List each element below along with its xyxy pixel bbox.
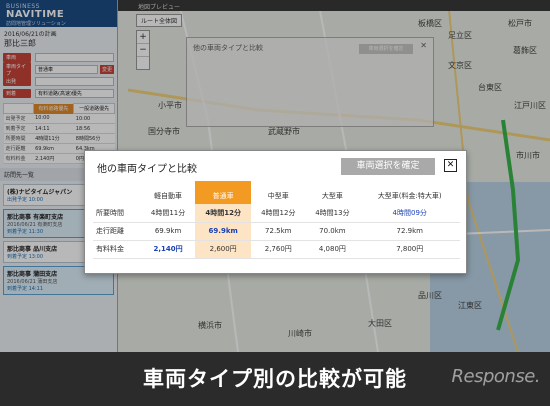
table-cell: 4時間11分 (141, 204, 196, 223)
watermark-logo: Response. (451, 366, 541, 387)
row-label: 有料料金 (93, 240, 141, 259)
confirm-vehicle-button[interactable]: 車両選択を確定 (341, 158, 435, 175)
table-row: 走行距離 69.9km 69.9km 72.5km 70.0km 72.9km (93, 222, 460, 241)
table-header (93, 181, 141, 204)
vehicle-compare-table: 軽自動車 普通車 中型車 大型車 大型車(料金:特大車) 所要時間 4時間11分… (93, 181, 460, 259)
column-standard-selected[interactable]: 普通車 (195, 181, 252, 204)
table-cell: 4,080円 (305, 240, 360, 259)
vehicle-compare-dialog: 他の車両タイプと比較 車両選択を確定 ✕ 軽自動車 普通車 中型車 大型車 大型… (84, 150, 467, 274)
table-cell: 69.9km (195, 222, 252, 241)
table-cell: 7,800円 (359, 240, 460, 259)
table-cell: 2,600円 (195, 240, 252, 259)
screenshot: BUSINESS NAVITIME 訪問地管理ソリューション 2016/06/2… (0, 0, 550, 406)
table-cell: 72.9km (359, 222, 460, 241)
close-icon[interactable]: ✕ (444, 159, 457, 172)
dialog-title: 他の車両タイプと比較 (97, 164, 197, 175)
column-large-special[interactable]: 大型車(料金:特大車) (359, 181, 460, 204)
table-cell: 4時間12分 (195, 204, 252, 223)
table-row: 有料料金 2,140円 2,600円 2,760円 4,080円 7,800円 (93, 240, 460, 259)
table-cell: 4時間12分 (251, 204, 306, 223)
column-midsize[interactable]: 中型車 (251, 181, 305, 204)
table-header-row: 軽自動車 普通車 中型車 大型車 大型車(料金:特大車) (93, 181, 460, 204)
table-row: 所要時間 4時間11分 4時間12分 4時間12分 4時間13分 4時間09分 (93, 204, 460, 223)
row-label: 所要時間 (93, 204, 141, 223)
table-cell: 72.5km (251, 222, 306, 241)
table-cell: 69.9km (141, 222, 196, 241)
table-cell: 2,760円 (251, 240, 306, 259)
caption-band: 車両タイプ別の比較が可能 Response. (0, 352, 550, 406)
table-cell: 2,140円 (141, 240, 196, 259)
table-cell: 4時間09分 (359, 204, 460, 223)
row-label: 走行距離 (93, 222, 141, 241)
table-cell: 4時間13分 (305, 204, 360, 223)
table-cell: 70.0km (305, 222, 360, 241)
column-large[interactable]: 大型車 (305, 181, 359, 204)
column-kei[interactable]: 軽自動車 (141, 181, 195, 204)
